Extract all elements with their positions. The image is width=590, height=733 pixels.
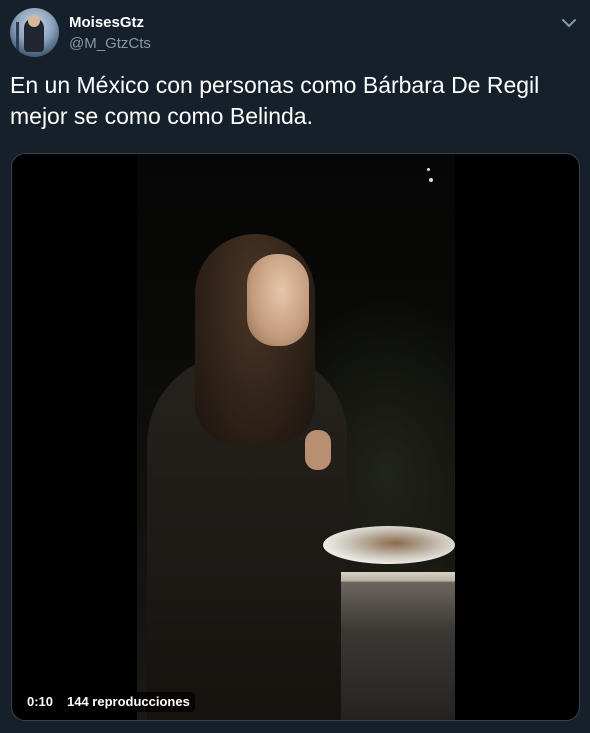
- chevron-down-icon[interactable]: [560, 14, 578, 32]
- avatar-detail: [28, 15, 40, 27]
- video-person-hand: [305, 430, 331, 470]
- background-light: [427, 168, 430, 171]
- avatar-detail: [16, 22, 19, 52]
- video-table: [341, 572, 455, 720]
- video-duration-badge: 0:10: [22, 692, 59, 712]
- video-person-face: [247, 254, 309, 346]
- tweet-header: MoisesGtz @M_GtzCts: [10, 8, 580, 60]
- video-player[interactable]: 0:10 144 reproducciones: [11, 153, 580, 721]
- video-frame[interactable]: [137, 154, 455, 720]
- author-handle[interactable]: @M_GtzCts: [69, 35, 151, 52]
- avatar[interactable]: [10, 8, 59, 57]
- background-light: [429, 178, 433, 182]
- tweet-card: MoisesGtz @M_GtzCts En un México con per…: [0, 0, 590, 733]
- author-name[interactable]: MoisesGtz: [69, 14, 144, 31]
- tweet-text: En un México con personas como Bárbara D…: [10, 72, 540, 129]
- video-plate: [323, 526, 455, 564]
- video-views-badge: 144 reproducciones: [62, 692, 195, 712]
